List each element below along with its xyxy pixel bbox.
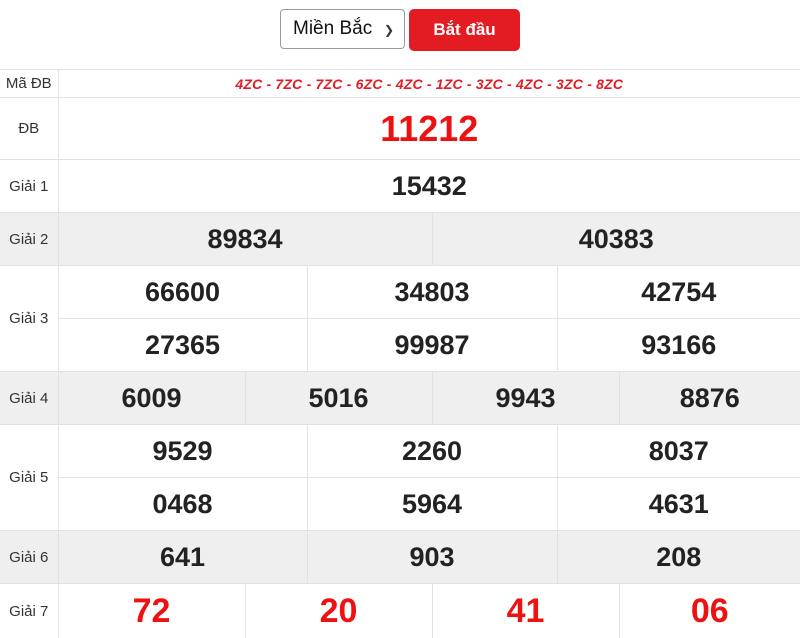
prize-number: 99987	[306, 318, 558, 372]
chevron-down-icon: ❯	[383, 23, 394, 37]
toolbar: Miền Bắc ❯ Bắt đầu	[280, 9, 520, 51]
prize-number: 93166	[556, 318, 800, 372]
prize-number: 8876	[618, 371, 800, 425]
prize-number: 6009	[57, 371, 246, 425]
row-label-g7: Giải 7	[0, 583, 59, 638]
prize-row-g6: Giải 6 641 903 208	[0, 530, 800, 584]
prize-number: 208	[556, 530, 800, 584]
prize-number: 0468	[58, 477, 308, 531]
row-label-g3: Giải 3	[0, 265, 59, 372]
prize-number: 9529	[57, 424, 308, 478]
prize-row-g7: Giải 7 72 20 41 06	[0, 583, 800, 638]
prize-number: 89834	[57, 212, 433, 266]
prize-number: 8037	[556, 424, 800, 478]
prize-number: 40383	[431, 212, 800, 266]
prize-number: 42754	[556, 265, 800, 319]
special-prize-number: 11212	[57, 97, 800, 160]
prize-number-red: 20	[244, 583, 433, 638]
prize-number: 15432	[57, 159, 800, 213]
prize-number: 5964	[306, 477, 558, 531]
prize-row-g1: Giải 1 15432	[0, 159, 800, 213]
row-label-g2: Giải 2	[0, 212, 59, 266]
prize-row-g2: Giải 2 89834 40383	[0, 212, 800, 266]
row-label-ma-db: Mã ĐB	[0, 69, 59, 98]
prize-number: 641	[57, 530, 308, 584]
prize-row-g4: Giải 4 6009 5016 9943 8876	[0, 371, 800, 425]
prize-number: 27365	[58, 318, 308, 372]
row-label-g5: Giải 5	[0, 424, 59, 531]
special-code-row: Mã ĐB 4ZC - 7ZC - 7ZC - 6ZC - 4ZC - 1ZC …	[0, 69, 800, 98]
row-label-g6: Giải 6	[0, 530, 59, 584]
prize-row-g5-b: 0468 5964 4631	[0, 477, 800, 531]
prize-row-g3: Giải 3 66600 34803 42754	[0, 265, 800, 372]
region-select[interactable]: Miền Bắc ❯	[280, 9, 405, 49]
special-codes: 4ZC - 7ZC - 7ZC - 6ZC - 4ZC - 1ZC - 3ZC …	[57, 69, 800, 98]
prize-number: 34803	[306, 265, 558, 319]
prize-number-red: 06	[618, 583, 800, 638]
prize-row-db: ĐB 11212	[0, 97, 800, 160]
prize-number-red: 72	[57, 583, 246, 638]
region-select-value: Miền Bắc	[293, 18, 373, 39]
start-button[interactable]: Bắt đầu	[409, 9, 520, 51]
row-label-g1: Giải 1	[0, 159, 59, 213]
prize-number: 2260	[306, 424, 558, 478]
prize-number-red: 41	[431, 583, 620, 638]
prize-number: 4631	[556, 477, 800, 531]
row-label-g4: Giải 4	[0, 371, 59, 425]
prize-row-g5: Giải 5 9529 2260 8037	[0, 424, 800, 531]
prize-row-g3-b: 27365 99987 93166	[0, 318, 800, 372]
prize-number: 66600	[57, 265, 308, 319]
lottery-results-table: Mã ĐB 4ZC - 7ZC - 7ZC - 6ZC - 4ZC - 1ZC …	[0, 69, 800, 638]
prize-number: 9943	[431, 371, 620, 425]
prize-number: 5016	[244, 371, 433, 425]
prize-number: 903	[306, 530, 558, 584]
row-label-db: ĐB	[0, 97, 59, 160]
